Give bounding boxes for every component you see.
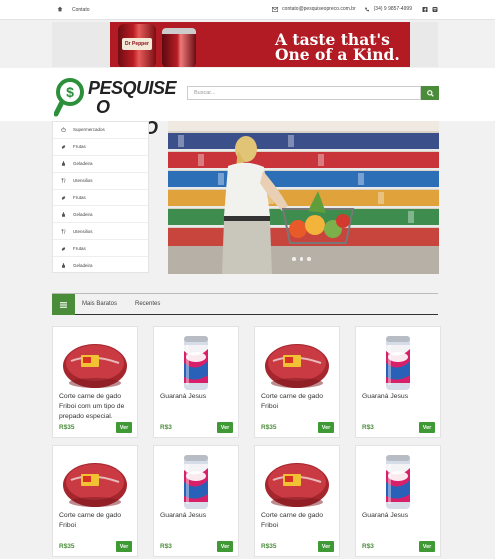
tab-mais-baratos[interactable]: Mais Baratos xyxy=(82,301,117,307)
envelope-icon xyxy=(272,6,279,12)
product-price: R$3 xyxy=(160,543,172,550)
brand-label: Dr Pepper xyxy=(122,38,152,50)
menu-toggle-button[interactable] xyxy=(52,294,75,315)
product-price: R$3 xyxy=(362,543,374,550)
home-icon[interactable] xyxy=(57,6,63,12)
carousel-dot[interactable] xyxy=(307,257,311,261)
view-product-button[interactable]: Ver xyxy=(419,422,435,433)
carousel-indicators xyxy=(292,257,311,261)
hamburger-icon xyxy=(60,301,67,308)
ad-background: Dr Pepper A taste that's One of a Kind. xyxy=(110,22,410,67)
facebook-icon[interactable] xyxy=(422,6,428,12)
view-product-button[interactable]: Ver xyxy=(419,541,435,552)
product-card[interactable]: Guaraná Jesus R$3 Ver xyxy=(153,445,239,557)
soda-can-image-2 xyxy=(162,28,196,67)
hero-carousel[interactable] xyxy=(168,121,439,274)
product-card[interactable]: Corte carne de gado Friboi R$35 Ver xyxy=(254,326,340,438)
fruit-icon xyxy=(61,247,66,251)
product-name[interactable]: Guaraná Jesus xyxy=(160,392,236,402)
view-product-button[interactable]: Ver xyxy=(116,422,132,433)
sidebar-item-geladeira[interactable]: Geladeira xyxy=(53,156,148,173)
product-name[interactable]: Corte carne de gado Friboi xyxy=(261,511,337,531)
category-sidebar: Supermercados Frutas Geladeira Utensilio… xyxy=(52,121,149,273)
product-image-soda-can[interactable] xyxy=(364,333,432,393)
search-button[interactable] xyxy=(421,86,439,100)
sidebar-item-utensilios[interactable]: Utensilios xyxy=(53,173,148,190)
product-image-soda-can[interactable] xyxy=(162,452,230,512)
soda-can-image: Dr Pepper xyxy=(118,24,156,67)
contact-email[interactable]: contato@pesquiseopreco.com.br xyxy=(282,6,355,12)
ad-slogan: A taste that's One of a Kind. xyxy=(275,30,400,64)
product-image-meat[interactable] xyxy=(263,333,331,393)
sidebar-item-frutas[interactable]: Frutas xyxy=(53,139,148,156)
tab-recentes[interactable]: Recentes xyxy=(135,301,160,307)
view-product-button[interactable]: Ver xyxy=(217,541,233,552)
cutlery-icon xyxy=(61,228,66,234)
basket-icon xyxy=(61,127,66,133)
cutlery-icon xyxy=(61,178,66,183)
sidebar-item-frutas[interactable]: Frutas xyxy=(53,190,148,207)
sidebar-item-supermercados[interactable]: Supermercados xyxy=(53,122,148,139)
sidebar-item-geladeira[interactable]: Geladeira xyxy=(53,257,148,274)
product-name[interactable]: Corte carne de gado Friboi xyxy=(261,392,337,412)
view-product-button[interactable]: Ver xyxy=(217,422,233,433)
view-product-button[interactable]: Ver xyxy=(318,541,334,552)
top-bar: Contato contato@pesquiseopreco.com.br (3… xyxy=(0,0,495,20)
product-card[interactable]: Guaraná Jesus R$3 Ver xyxy=(153,326,239,438)
bottle-icon xyxy=(62,161,65,166)
product-image-soda-can[interactable] xyxy=(162,333,230,393)
contato-link[interactable]: Contato xyxy=(72,7,90,13)
search-input[interactable]: Buscar... xyxy=(187,86,421,100)
fruit-icon xyxy=(61,196,66,200)
product-image-meat[interactable] xyxy=(263,452,331,512)
product-card[interactable]: Corte carne de gado Friboi com um tipo d… xyxy=(52,326,138,438)
product-image-meat[interactable] xyxy=(61,333,129,393)
product-price: R$3 xyxy=(160,424,172,431)
site-logo[interactable]: $ PESQUISE O PREÇO xyxy=(54,73,177,138)
product-name[interactable]: Corte carne de gado Friboi com um tipo d… xyxy=(59,392,135,422)
product-price: R$35 xyxy=(59,543,75,550)
product-card[interactable]: Corte carne de gado Friboi R$35 Ver xyxy=(254,445,340,557)
supermarket-shopper-image xyxy=(168,121,439,274)
magnifier-logo-icon: $ xyxy=(54,78,84,117)
bottle-icon xyxy=(62,263,65,268)
product-name[interactable]: Guaraná Jesus xyxy=(362,392,438,402)
product-image-soda-can[interactable] xyxy=(364,452,432,512)
bottle-icon xyxy=(62,212,65,217)
carousel-dot[interactable] xyxy=(299,257,303,261)
instagram-icon[interactable] xyxy=(432,6,438,12)
product-price: R$35 xyxy=(59,424,75,431)
sidebar-item-geladeira[interactable]: Geladeira xyxy=(53,206,148,224)
search-icon xyxy=(426,89,434,97)
product-card[interactable]: Corte carne de gado Friboi R$35 Ver xyxy=(52,445,138,557)
fruit-icon xyxy=(61,145,66,149)
logo-text-line1: PESQUISE xyxy=(88,78,177,98)
product-price: R$3 xyxy=(362,424,374,431)
product-price: R$35 xyxy=(261,543,277,550)
product-price: R$35 xyxy=(261,424,277,431)
ad-banner[interactable]: Dr Pepper A taste that's One of a Kind. xyxy=(52,22,438,67)
product-card[interactable]: Guaraná Jesus R$3 Ver xyxy=(355,326,441,438)
contact-phone[interactable]: (34) 9 9857-4999 xyxy=(374,6,412,12)
product-tabs: Mais Baratos Recentes xyxy=(52,293,438,315)
product-image-meat[interactable] xyxy=(61,452,129,512)
carousel-dot[interactable] xyxy=(292,257,296,261)
product-name[interactable]: Corte carne de gado Friboi xyxy=(59,511,135,531)
product-name[interactable]: Guaraná Jesus xyxy=(362,511,438,521)
product-name[interactable]: Guaraná Jesus xyxy=(160,511,236,521)
view-product-button[interactable]: Ver xyxy=(116,541,132,552)
product-card[interactable]: Guaraná Jesus R$3 Ver xyxy=(355,445,441,557)
phone-icon xyxy=(364,7,369,11)
view-product-button[interactable]: Ver xyxy=(318,422,334,433)
sidebar-item-frutas[interactable]: Frutas xyxy=(53,240,148,258)
svg-text:$: $ xyxy=(66,84,74,100)
sidebar-item-utensilios[interactable]: Utensilios xyxy=(53,223,148,241)
